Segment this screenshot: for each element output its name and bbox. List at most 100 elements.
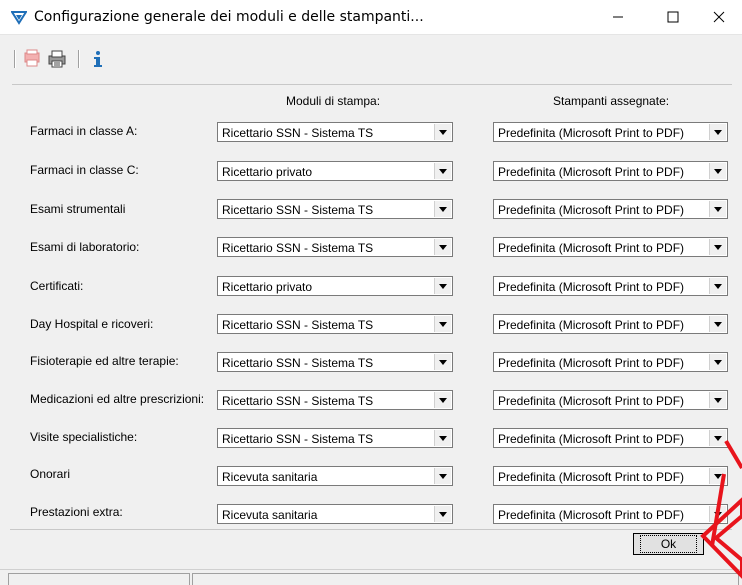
module-select[interactable]: Ricevuta sanitaria <box>217 504 453 524</box>
maximize-icon <box>667 11 679 23</box>
dropdown-arrow-icon[interactable] <box>709 278 726 294</box>
close-icon <box>713 11 725 23</box>
row-label: Esami strumentali <box>30 202 126 216</box>
printer-select-value: Predefinita (Microsoft Print to PDF) <box>498 318 685 332</box>
printer-select[interactable]: Predefinita (Microsoft Print to PDF) <box>493 237 728 257</box>
module-select[interactable]: Ricettario privato <box>217 276 453 296</box>
dropdown-arrow-icon[interactable] <box>709 392 726 408</box>
status-pane <box>192 573 739 585</box>
dropdown-arrow-icon[interactable] <box>434 239 451 255</box>
dropdown-arrow-icon[interactable] <box>709 354 726 370</box>
row-label: Onorari <box>30 467 71 481</box>
dropdown-arrow-icon[interactable] <box>709 506 726 522</box>
dropdown-arrow-icon[interactable] <box>434 201 451 217</box>
printer-icon[interactable] <box>47 49 67 69</box>
module-select-value: Ricettario privato <box>222 165 313 179</box>
toolbar-divider <box>12 84 732 85</box>
dropdown-arrow-icon[interactable] <box>709 239 726 255</box>
dropdown-arrow-icon[interactable] <box>709 201 726 217</box>
ok-button-label: Ok <box>639 535 698 553</box>
printer-select-value: Predefinita (Microsoft Print to PDF) <box>498 432 685 446</box>
module-select[interactable]: Ricettario SSN - Sistema TS <box>217 428 453 448</box>
printer-select[interactable]: Predefinita (Microsoft Print to PDF) <box>493 314 728 334</box>
app-triangle-icon <box>11 11 27 25</box>
info-icon[interactable] <box>88 49 108 69</box>
module-select-value: Ricevuta sanitaria <box>222 508 318 522</box>
module-select-value: Ricettario SSN - Sistema TS <box>222 432 374 446</box>
module-select[interactable]: Ricettario SSN - Sistema TS <box>217 199 453 219</box>
dropdown-arrow-icon[interactable] <box>434 392 451 408</box>
status-pane <box>8 573 190 585</box>
printer-select[interactable]: Predefinita (Microsoft Print to PDF) <box>493 504 728 524</box>
printer-select-value: Predefinita (Microsoft Print to PDF) <box>498 241 685 255</box>
module-select-value: Ricettario SSN - Sistema TS <box>222 318 374 332</box>
printer-select-value: Predefinita (Microsoft Print to PDF) <box>498 165 685 179</box>
printer-select[interactable]: Predefinita (Microsoft Print to PDF) <box>493 276 728 296</box>
printer-select-value: Predefinita (Microsoft Print to PDF) <box>498 394 685 408</box>
modules-header: Moduli di stampa: <box>286 94 381 108</box>
printer-select-value: Predefinita (Microsoft Print to PDF) <box>498 470 685 484</box>
module-select[interactable]: Ricettario SSN - Sistema TS <box>217 314 453 334</box>
module-select-value: Ricettario SSN - Sistema TS <box>222 394 374 408</box>
module-select-value: Ricettario SSN - Sistema TS <box>222 241 374 255</box>
module-select[interactable]: Ricettario SSN - Sistema TS <box>217 390 453 410</box>
row-label: Fisioterapie ed altre terapie: <box>30 354 179 368</box>
module-select[interactable]: Ricettario SSN - Sistema TS <box>217 237 453 257</box>
printer-select[interactable]: Predefinita (Microsoft Print to PDF) <box>493 161 728 181</box>
printer-select[interactable]: Predefinita (Microsoft Print to PDF) <box>493 428 728 448</box>
close-button[interactable] <box>696 0 742 34</box>
module-select[interactable]: Ricettario SSN - Sistema TS <box>217 122 453 142</box>
row-label: Certificati: <box>30 279 84 293</box>
module-select[interactable]: Ricettario privato <box>217 161 453 181</box>
ok-button[interactable]: Ok <box>633 533 704 555</box>
dropdown-arrow-icon[interactable] <box>434 163 451 179</box>
title-bar: Configurazione generale dei moduli e del… <box>0 0 742 35</box>
printer-select[interactable]: Predefinita (Microsoft Print to PDF) <box>493 352 728 372</box>
dropdown-arrow-icon[interactable] <box>434 506 451 522</box>
dropdown-arrow-icon[interactable] <box>434 354 451 370</box>
printer-select-value: Predefinita (Microsoft Print to PDF) <box>498 126 685 140</box>
dropdown-arrow-icon[interactable] <box>709 316 726 332</box>
module-select-value: Ricettario SSN - Sistema TS <box>222 356 374 370</box>
module-select-value: Ricevuta sanitaria <box>222 470 318 484</box>
dropdown-arrow-icon[interactable] <box>709 430 726 446</box>
printer-select-value: Predefinita (Microsoft Print to PDF) <box>498 356 685 370</box>
module-select[interactable]: Ricevuta sanitaria <box>217 466 453 486</box>
module-select-value: Ricettario privato <box>222 280 313 294</box>
dropdown-arrow-icon[interactable] <box>709 124 726 140</box>
status-bar <box>0 569 742 585</box>
row-label: Visite specialistiche: <box>30 430 138 444</box>
minimize-button[interactable] <box>595 0 641 34</box>
dropdown-arrow-icon[interactable] <box>434 468 451 484</box>
printer-select[interactable]: Predefinita (Microsoft Print to PDF) <box>493 122 728 142</box>
bottom-divider <box>10 529 732 530</box>
printer-select-value: Predefinita (Microsoft Print to PDF) <box>498 280 685 294</box>
row-label: Prestazioni extra: <box>30 505 123 519</box>
row-label: Medicazioni ed altre prescrizioni: <box>30 392 205 406</box>
row-label: Farmaci in classe C: <box>30 163 139 177</box>
dropdown-arrow-icon[interactable] <box>434 124 451 140</box>
window-title: Configurazione generale dei moduli e del… <box>34 9 424 25</box>
maximize-button[interactable] <box>650 0 696 34</box>
module-select-value: Ricettario SSN - Sistema TS <box>222 126 374 140</box>
minimize-icon <box>613 16 623 18</box>
printer-select[interactable]: Predefinita (Microsoft Print to PDF) <box>493 199 728 219</box>
printer-select[interactable]: Predefinita (Microsoft Print to PDF) <box>493 466 728 486</box>
printer-select-value: Predefinita (Microsoft Print to PDF) <box>498 508 685 522</box>
printer-config-icon[interactable] <box>22 49 42 69</box>
module-select[interactable]: Ricettario SSN - Sistema TS <box>217 352 453 372</box>
printers-header: Stampanti assegnate: <box>553 94 670 108</box>
module-select-value: Ricettario SSN - Sistema TS <box>222 203 374 217</box>
dropdown-arrow-icon[interactable] <box>709 468 726 484</box>
dropdown-arrow-icon[interactable] <box>434 316 451 332</box>
toolbar-separator <box>78 50 80 68</box>
printer-select[interactable]: Predefinita (Microsoft Print to PDF) <box>493 390 728 410</box>
printer-select-value: Predefinita (Microsoft Print to PDF) <box>498 203 685 217</box>
row-label: Farmaci in classe A: <box>30 124 138 138</box>
dropdown-arrow-icon[interactable] <box>434 278 451 294</box>
row-label: Esami di laboratorio: <box>30 240 140 254</box>
toolbar <box>0 35 742 85</box>
toolbar-grip <box>14 50 16 68</box>
dropdown-arrow-icon[interactable] <box>709 163 726 179</box>
dropdown-arrow-icon[interactable] <box>434 430 451 446</box>
